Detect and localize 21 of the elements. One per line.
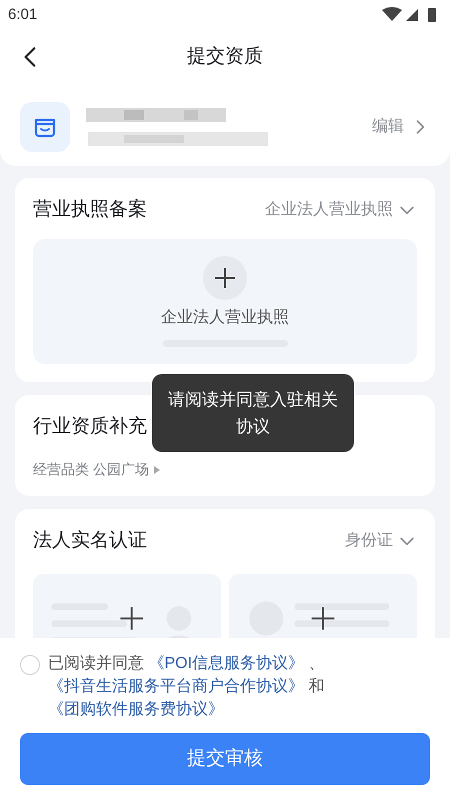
upload-label: 企业法人营业执照 [161, 308, 289, 328]
agreement-link[interactable]: 《抖音生活服务平台商户合作协议》 [48, 678, 304, 695]
agreement-link[interactable]: 《POI信息服务协议》 [148, 655, 304, 672]
category-label: 经营品类 [33, 460, 89, 479]
status-time: 6:01 [8, 4, 38, 25]
agree-checkbox[interactable] [20, 655, 40, 675]
triangle-right-icon [153, 466, 161, 474]
type-selector[interactable]: 身份证 [345, 529, 417, 554]
toast-message: 请阅读并同意入驻相关协议 [152, 374, 354, 452]
upload-area[interactable]: 企业法人营业执照 [33, 238, 417, 364]
store-icon [20, 102, 70, 152]
section-title: 营业执照备案 [33, 198, 147, 222]
section-title: 行业资质补充 [33, 414, 147, 438]
agreement-link[interactable]: 《团购软件服务费协议》 [48, 701, 224, 718]
category-value: 公园广场 [93, 460, 149, 479]
agreement-text: 已阅读并同意 《POI信息服务协议》 、 《抖音生活服务平台商户合作协议》 和 《团购软件服务费协议》 [48, 654, 326, 720]
section-title: 法人实名认证 [33, 529, 147, 553]
submit-button[interactable]: 提交审核 [20, 733, 430, 785]
edit-link[interactable]: 编辑 [372, 115, 430, 139]
page-title: 提交资质 [187, 44, 263, 69]
type-selector[interactable]: 企业法人营业执照 [265, 198, 417, 222]
